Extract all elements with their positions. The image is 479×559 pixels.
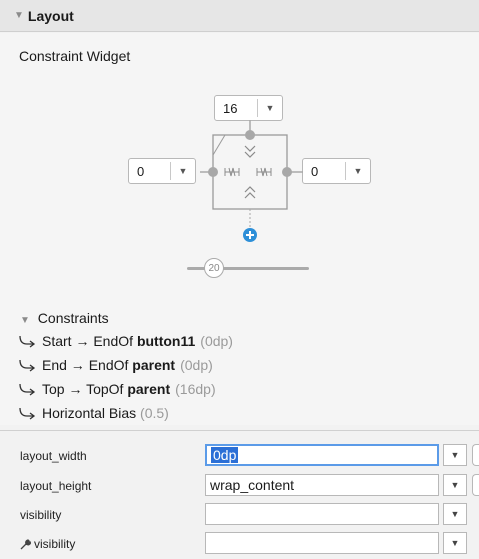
end-constraint-handle[interactable]	[282, 167, 292, 177]
layout-width-input[interactable]: 0dp	[205, 444, 439, 466]
dropdown-arrow-icon[interactable]: ▼	[443, 474, 467, 496]
constraint-row[interactable]: End → EndOf parent (0dp)	[18, 357, 213, 373]
constraint-target: parent	[132, 357, 176, 373]
end-spring-icon	[256, 167, 272, 177]
constraint-row[interactable]: Start → EndOf button11 (0dp)	[18, 333, 233, 349]
constraint-target: parent	[127, 381, 171, 397]
section-title: Layout	[27, 7, 74, 24]
attribute-row-visibility: visibility ▼	[0, 500, 479, 530]
constraint-diagram	[200, 120, 303, 242]
widget-box	[212, 134, 288, 210]
dropdown-arrow-icon[interactable]: ▼	[443, 503, 467, 525]
constraint-value: (0dp)	[200, 333, 233, 349]
slider-thumb[interactable]: 20	[204, 258, 224, 278]
constraint-prefix: End → EndOf	[42, 357, 133, 373]
end-margin-dropdown[interactable]: 0 ▼	[302, 158, 371, 184]
top-margin-dropdown[interactable]: 16 ▼	[214, 95, 283, 121]
top-margin-value: 16	[223, 100, 238, 116]
layout-height-input[interactable]: wrap_content	[205, 474, 439, 496]
attribute-row-layout-height: layout_height wrap_content ▼	[0, 471, 479, 501]
attribute-row-layout-width: layout_width 0dp ▼	[0, 441, 479, 471]
constraint-icon	[19, 335, 36, 348]
section-divider	[0, 430, 479, 431]
tools-visibility-input[interactable]	[205, 532, 439, 554]
layout-width-value: 0dp	[211, 447, 239, 463]
constraint-target: button11	[136, 333, 196, 349]
start-constraint-handle[interactable]	[208, 167, 218, 177]
visibility-input[interactable]	[205, 503, 439, 525]
layout-section-header[interactable]: ▼ Layout	[0, 0, 479, 32]
attribute-label: layout_width	[20, 449, 87, 463]
attribute-label: visibility	[34, 537, 76, 551]
constraints-header[interactable]: ▼ Constraints	[20, 310, 109, 326]
top-spring-icon	[244, 145, 256, 158]
constraint-prefix: Top → TopOf	[42, 381, 128, 397]
constraint-value: (0.5)	[140, 405, 169, 421]
dropdown-arrow-icon: ▼	[353, 166, 363, 176]
corner-mark	[212, 134, 226, 156]
constraint-icon	[19, 407, 36, 420]
attribute-label: visibility	[20, 508, 62, 522]
constraint-prefix: Horizontal Bias	[42, 405, 141, 421]
dropdown-arrow-icon[interactable]: ▼	[443, 532, 467, 554]
bias-slider[interactable]: 20	[187, 258, 309, 278]
collapse-triangle-icon: ▼	[20, 315, 30, 326]
constraint-row[interactable]: Top → TopOf parent (16dp)	[18, 381, 216, 397]
constraint-icon	[19, 383, 36, 396]
dropdown-arrow-icon[interactable]: ▼	[443, 444, 467, 466]
attribute-label: layout_height	[20, 479, 92, 493]
top-constraint-handle[interactable]	[245, 130, 255, 140]
attribute-extra-button[interactable]	[472, 474, 479, 496]
constraint-icon	[19, 359, 36, 372]
dropdown-arrow-icon: ▼	[265, 103, 275, 113]
attribute-row-tools-visibility: visibility ▼	[0, 529, 479, 559]
attribute-label-with-icon: visibility	[20, 537, 75, 551]
attribute-extra-button[interactable]	[472, 444, 479, 466]
constraints-header-label: Constraints	[37, 310, 109, 326]
dropdown-arrow-icon: ▼	[178, 166, 188, 176]
bottom-spring-icon	[244, 186, 256, 199]
start-margin-value: 0	[137, 163, 145, 179]
layout-height-value: wrap_content	[210, 477, 295, 493]
constraint-value: (0dp)	[180, 357, 213, 373]
collapse-triangle-icon: ▼	[14, 10, 24, 21]
wrench-icon	[20, 538, 31, 549]
slider-value: 20	[208, 262, 220, 274]
start-margin-dropdown[interactable]: 0 ▼	[128, 158, 196, 184]
constraint-row[interactable]: Horizontal Bias (0.5)	[18, 405, 169, 421]
constraint-widget-title: Constraint Widget	[19, 48, 131, 64]
start-spring-icon	[224, 167, 240, 177]
constraint-prefix: Start → EndOf	[42, 333, 137, 349]
constraint-value: (16dp)	[175, 381, 216, 397]
